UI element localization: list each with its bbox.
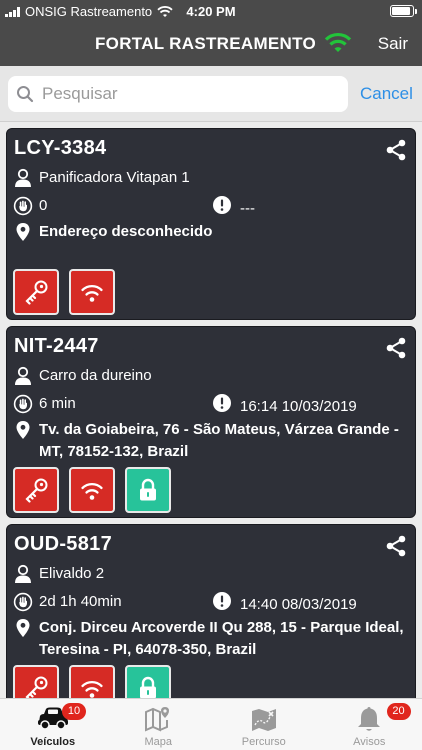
vehicle-card[interactable]: OUD-5817 Elivaldo 2 2d 1h 40min 14:40 08… xyxy=(6,524,416,698)
logout-button[interactable]: Sair xyxy=(378,34,408,54)
alarm-row: 16:14 10/03/2019 xyxy=(212,393,357,420)
signal-button[interactable] xyxy=(69,665,115,698)
alert-icon xyxy=(212,591,232,618)
cancel-button[interactable]: Cancel xyxy=(360,84,413,104)
vehicle-address: Conj. Dirceu Arcoverde II Qu 288, 15 - P… xyxy=(39,619,404,658)
alert-icon xyxy=(212,195,232,222)
tab-route[interactable]: Percurso xyxy=(211,699,317,750)
search-bar: Cancel xyxy=(0,66,422,122)
search-field[interactable] xyxy=(8,76,348,112)
alert-icon xyxy=(212,393,232,420)
vehicle-card[interactable]: LCY-3384 Panificadora Vitapan 1 0 --- En… xyxy=(6,128,416,320)
driver-row: Panificadora Vitapan 1 xyxy=(13,167,190,189)
battery-icon xyxy=(390,5,417,17)
action-buttons xyxy=(13,269,115,315)
key-icon xyxy=(25,280,48,305)
stopped-time: 6 min xyxy=(39,395,76,412)
share-icon[interactable] xyxy=(385,535,407,557)
tab-map[interactable]: Mapa xyxy=(106,699,212,750)
address-row: Tv. da Goiabeira, 76 - São Mateus, Várze… xyxy=(13,419,409,463)
search-icon xyxy=(17,86,34,103)
route-map-icon xyxy=(251,709,276,731)
vehicle-list[interactable]: LCY-3384 Panificadora Vitapan 1 0 --- En… xyxy=(0,122,422,698)
lock-icon xyxy=(140,478,156,501)
search-input[interactable] xyxy=(42,84,332,104)
tab-alerts[interactable]: 20 Avisos xyxy=(317,699,422,750)
key-icon xyxy=(25,676,48,698)
last-alarm: --- xyxy=(240,199,255,217)
wifi-icon xyxy=(81,483,103,500)
signal-button[interactable] xyxy=(69,269,115,315)
vehicle-plate: OUD-5817 xyxy=(14,533,112,555)
tab-alerts-label: Avisos xyxy=(353,736,386,748)
alarm-row: --- xyxy=(212,195,255,222)
driver-icon xyxy=(13,365,33,387)
app-title: FORTAL RASTREAMENTO xyxy=(95,34,317,53)
vehicle-plate: NIT-2447 xyxy=(14,335,99,357)
key-icon xyxy=(25,478,48,503)
stopped-time-row: 0 xyxy=(13,195,47,217)
status-bar: ONSIG Rastreamento 4:20 PM xyxy=(0,0,422,22)
location-pin-icon xyxy=(13,617,33,639)
vehicle-address: Endereço desconhecido xyxy=(39,223,213,240)
vehicle-plate: LCY-3384 xyxy=(14,137,107,159)
stop-hand-icon xyxy=(13,393,33,415)
status-time: 4:20 PM xyxy=(186,4,236,19)
alerts-badge: 20 xyxy=(386,703,411,720)
location-pin-icon xyxy=(13,221,33,243)
app-header: ONSIG Rastreamento 4:20 PM FORTAL RASTRE… xyxy=(0,0,422,66)
driver-row: Elivaldo 2 xyxy=(13,563,104,585)
signal-button[interactable] xyxy=(69,467,115,513)
tab-map-label: Mapa xyxy=(144,736,173,748)
wifi-icon xyxy=(81,285,103,302)
driver-name: Panificadora Vitapan 1 xyxy=(39,169,190,186)
bell-icon xyxy=(358,707,381,731)
driver-icon xyxy=(13,563,33,585)
lock-button[interactable] xyxy=(125,467,171,513)
connection-signal-icon xyxy=(324,32,352,52)
stopped-time: 2d 1h 40min xyxy=(39,593,122,610)
key-button[interactable] xyxy=(13,665,59,698)
vehicle-card[interactable]: NIT-2447 Carro da dureino 6 min 16:14 10… xyxy=(6,326,416,518)
vehicles-badge: 10 xyxy=(62,703,86,720)
stopped-time-row: 6 min xyxy=(13,393,76,415)
share-icon[interactable] xyxy=(385,139,407,161)
last-alarm: 14:40 08/03/2019 xyxy=(240,595,357,613)
last-alarm: 16:14 10/03/2019 xyxy=(240,397,357,415)
key-button[interactable] xyxy=(13,269,59,315)
tab-route-label: Percurso xyxy=(241,736,286,748)
wifi-icon xyxy=(81,681,103,698)
driver-name: Carro da dureino xyxy=(39,367,152,384)
driver-name: Elivaldo 2 xyxy=(39,565,105,582)
stopped-time: 0 xyxy=(39,197,48,214)
location-pin-icon xyxy=(13,419,33,441)
action-buttons xyxy=(13,665,171,698)
tab-vehicles[interactable]: 10 Veículos xyxy=(0,699,106,750)
driver-row: Carro da dureino xyxy=(13,365,152,387)
alarm-row: 14:40 08/03/2019 xyxy=(212,591,357,618)
tab-bar: 10 Veículos Mapa Percurso 20 Avisos xyxy=(0,698,422,750)
driver-icon xyxy=(13,167,33,189)
map-icon xyxy=(145,707,170,732)
stop-hand-icon xyxy=(13,195,33,217)
key-button[interactable] xyxy=(13,467,59,513)
address-row: Conj. Dirceu Arcoverde II Qu 288, 15 - P… xyxy=(13,617,409,661)
action-buttons xyxy=(13,467,171,513)
lock-button[interactable] xyxy=(125,665,171,698)
tab-vehicles-label: Veículos xyxy=(30,736,76,748)
lock-icon xyxy=(140,676,156,698)
stop-hand-icon xyxy=(13,591,33,613)
vehicle-address: Tv. da Goiabeira, 76 - São Mateus, Várze… xyxy=(39,421,399,460)
stopped-time-row: 2d 1h 40min xyxy=(13,591,122,613)
share-icon[interactable] xyxy=(385,337,407,359)
address-row: Endereço desconhecido xyxy=(13,221,409,243)
